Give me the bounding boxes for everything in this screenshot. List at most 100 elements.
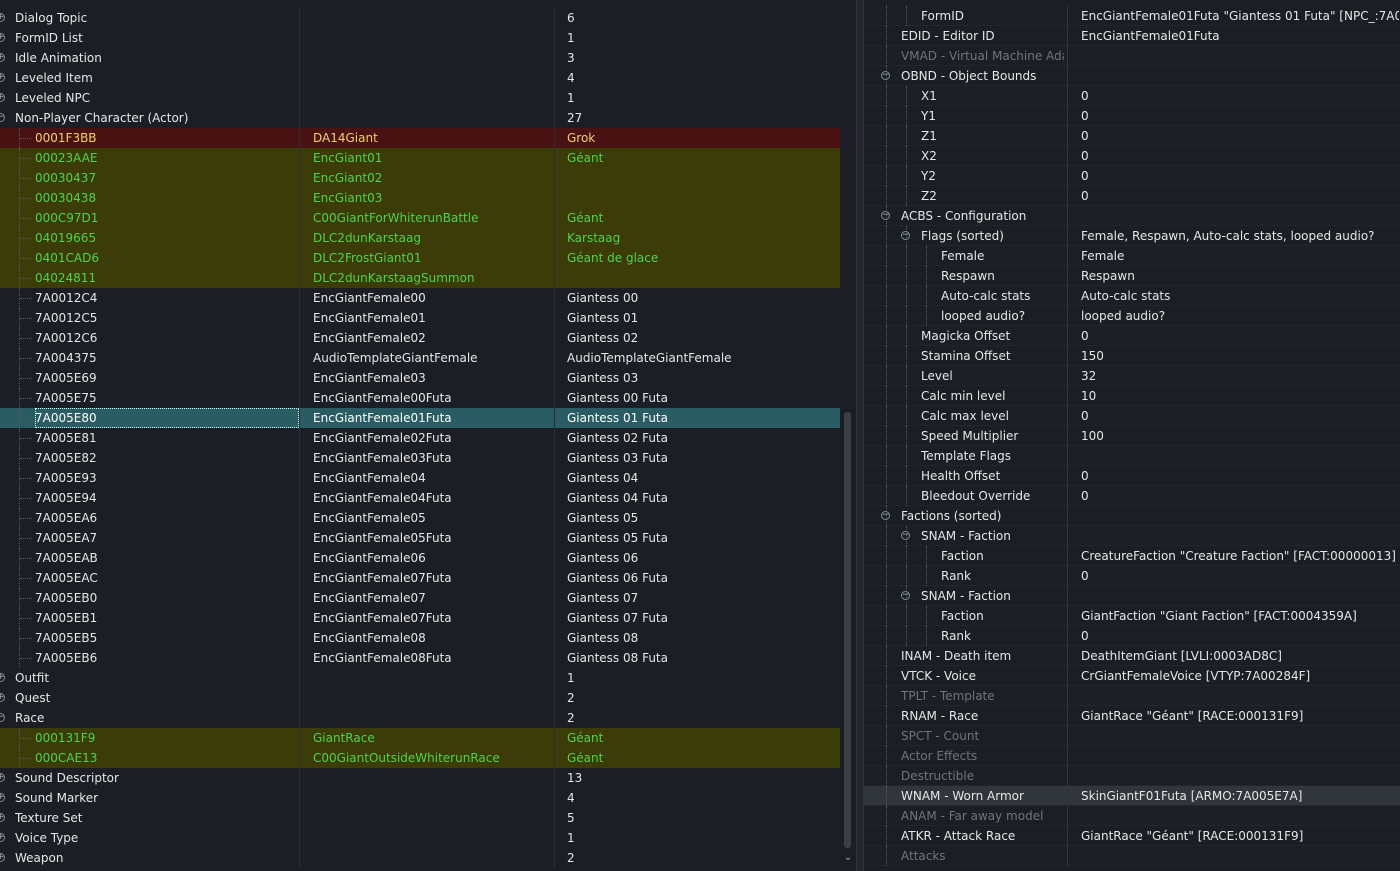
tree-group-row[interactable]: + Sound Descriptor 13 [0,768,840,788]
field-row[interactable]: Destructible [864,766,1400,786]
field-value[interactable]: EncGiantFemale01Futa "Giantess 01 Futa" … [1081,6,1399,26]
record-row[interactable]: 7A005EAC EncGiantFemale07Futa Giantess 06 … [0,568,840,588]
record-view-panel[interactable]: FormID EncGiantFemale01Futa "Giantess 01 … [864,0,1400,871]
field-value[interactable] [1081,526,1399,546]
field-row[interactable]: Speed Multiplier 100 [864,426,1400,446]
expand-icon[interactable]: + [0,73,5,82]
collapse-icon[interactable]: − [881,211,890,220]
field-value[interactable]: CrGiantFemaleVoice [VTYP:7A00284F] [1081,666,1399,686]
record-row[interactable]: 7A005E75 EncGiantFemale00Futa Giantess 00 … [0,388,840,408]
tree-scrollbar[interactable]: ⌃ ⌄ [842,0,854,871]
record-row[interactable]: 0401CAD6 DLC2FrostGiant01 Géant de glace [0,248,840,268]
record-row[interactable]: 000131F9 GiantRace Géant [0,728,840,748]
field-row[interactable]: Rank 0 [864,566,1400,586]
field-value[interactable]: Auto-calc stats [1081,286,1399,306]
expand-icon[interactable]: + [0,673,5,682]
field-row[interactable]: TPLT - Template [864,686,1400,706]
collapse-icon[interactable]: − [0,113,5,122]
field-value[interactable]: 0 [1081,126,1399,146]
tree-group-row[interactable]: + Texture Set 5 [0,808,840,828]
field-row[interactable]: X1 0 [864,86,1400,106]
record-row[interactable]: 7A005EA7 EncGiantFemale05Futa Giantess 05 … [0,528,840,548]
field-row[interactable]: Z1 0 [864,126,1400,146]
field-row[interactable]: − ACBS - Configuration [864,206,1400,226]
field-row[interactable]: SPCT - Count [864,726,1400,746]
record-row[interactable]: 7A005EA6 EncGiantFemale05 Giantess 05 [0,508,840,528]
tree-group-row[interactable]: + Leveled NPC 1 [0,88,840,108]
field-value[interactable]: 10 [1081,386,1399,406]
tree-group-row[interactable]: + Outfit 1 [0,668,840,688]
field-row[interactable]: − Flags (sorted) Female, Respawn, Auto-cal… [864,226,1400,246]
field-row[interactable]: Faction GiantFaction "Giant Faction" [FAC… [864,606,1400,626]
record-row[interactable]: 7A0012C4 EncGiantFemale00 Giantess 00 [0,288,840,308]
tree-group-row[interactable]: + Sound Marker 4 [0,788,840,808]
field-value[interactable]: Respawn [1081,266,1399,286]
record-row[interactable]: 04019665 DLC2dunKarstaag Karstaag [0,228,840,248]
field-value[interactable]: 32 [1081,366,1399,386]
field-value[interactable]: DeathItemGiant [LVLI:0003AD8C] [1081,646,1399,666]
expand-icon[interactable]: + [0,13,5,22]
field-value[interactable]: GiantRace "Géant" [RACE:000131F9] [1081,826,1399,846]
record-row[interactable]: 000CAE13 C00GiantOutsideWhiterunRace Géant [0,748,840,768]
record-row[interactable]: 7A005E94 EncGiantFemale04Futa Giantess 04 … [0,488,840,508]
panel-splitter[interactable] [856,0,864,871]
field-value[interactable]: 0 [1081,406,1399,426]
field-value[interactable] [1081,766,1399,786]
field-value[interactable] [1081,206,1399,226]
record-row[interactable]: 7A0012C5 EncGiantFemale01 Giantess 01 [0,308,840,328]
tree-group-row[interactable]: + Leveled Item 4 [0,68,840,88]
tree-group-row[interactable]: + Idle Animation 3 [0,48,840,68]
field-row[interactable]: Bleedout Override 0 [864,486,1400,506]
field-value[interactable]: 0 [1081,466,1399,486]
tree-group-row[interactable]: + Voice Type 1 [0,828,840,848]
field-row[interactable]: Attacks [864,846,1400,866]
expand-icon[interactable]: + [0,833,5,842]
scroll-down-icon[interactable]: ⌄ [842,852,854,863]
tree-group-row[interactable]: + Quest 2 [0,688,840,708]
field-value[interactable]: looped audio? [1081,306,1399,326]
expand-icon[interactable]: + [0,93,5,102]
field-value[interactable]: 0 [1081,486,1399,506]
field-value[interactable]: CreatureFaction "Creature Faction" [FACT… [1081,546,1399,566]
collapse-icon[interactable]: − [901,231,910,240]
field-row[interactable]: Health Offset 0 [864,466,1400,486]
record-row[interactable]: 7A0012C6 EncGiantFemale02 Giantess 02 [0,328,840,348]
record-row[interactable]: 7A004375 AudioTemplateGiantFemale AudioTem… [0,348,840,368]
field-value[interactable] [1081,746,1399,766]
field-row[interactable]: Y1 0 [864,106,1400,126]
record-row[interactable]: 7A005E82 EncGiantFemale03Futa Giantess 03 … [0,448,840,468]
expand-icon[interactable]: + [0,33,5,42]
field-value[interactable]: Female [1081,246,1399,266]
field-row[interactable]: Respawn Respawn [864,266,1400,286]
field-value[interactable]: GiantRace "Géant" [RACE:000131F9] [1081,706,1399,726]
field-row[interactable]: WNAM - Worn Armor SkinGiantF01Futa [ARMO:… [864,786,1400,806]
tree-group-row[interactable]: + Dialog Topic 6 [0,8,840,28]
field-row[interactable]: − Factions (sorted) [864,506,1400,526]
tree-group-row[interactable]: + FormID List 1 [0,28,840,48]
field-row[interactable]: looped audio? looped audio? [864,306,1400,326]
field-row[interactable]: Female Female [864,246,1400,266]
field-row[interactable]: RNAM - Race GiantRace "Géant" [RACE:00013… [864,706,1400,726]
record-row[interactable]: 7A005E80 EncGiantFemale01Futa Giantess 01 … [0,408,840,428]
collapse-icon[interactable]: − [901,531,910,540]
field-row[interactable]: Stamina Offset 150 [864,346,1400,366]
field-value[interactable] [1081,726,1399,746]
record-row[interactable]: 0001F3BB DA14Giant Grok [0,128,840,148]
field-row[interactable]: Z2 0 [864,186,1400,206]
record-row[interactable]: 04024811 DLC2dunKarstaagSummon [0,268,840,288]
field-row[interactable]: Auto-calc stats Auto-calc stats [864,286,1400,306]
field-value[interactable]: 0 [1081,166,1399,186]
record-row[interactable]: 7A005EB0 EncGiantFemale07 Giantess 07 [0,588,840,608]
record-row[interactable]: 7A005EAB EncGiantFemale06 Giantess 06 [0,548,840,568]
field-value[interactable] [1081,46,1399,66]
field-value[interactable] [1081,506,1399,526]
field-row[interactable]: EDID - Editor ID EncGiantFemale01Futa [864,26,1400,46]
collapse-icon[interactable]: − [901,591,910,600]
field-row[interactable]: Calc min level 10 [864,386,1400,406]
record-row[interactable]: 7A005EB6 EncGiantFemale08Futa Giantess 08 … [0,648,840,668]
field-value[interactable]: 0 [1081,626,1399,646]
scrollbar-thumb[interactable] [844,412,851,848]
field-value[interactable]: 0 [1081,326,1399,346]
record-row[interactable]: 7A005EB1 EncGiantFemale07Futa Giantess 07 … [0,608,840,628]
field-value[interactable]: 0 [1081,186,1399,206]
